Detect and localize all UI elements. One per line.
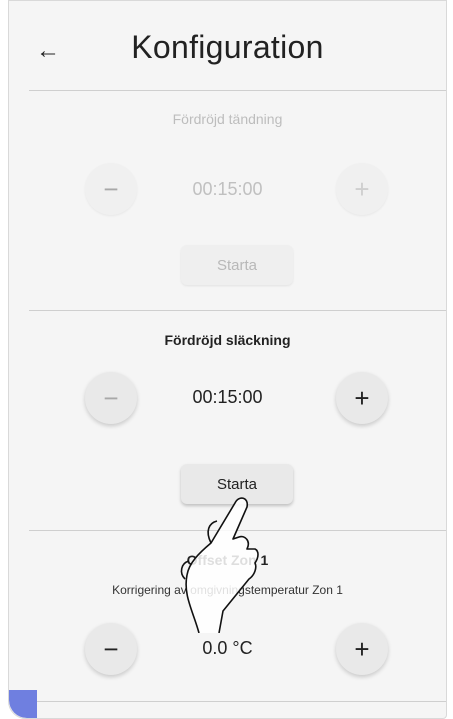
plus-icon: + [354, 174, 370, 204]
section-title-delayed-off: Fördröjd släckning [164, 332, 291, 348]
start-button[interactable]: Starta [181, 464, 293, 504]
plus-icon: + [354, 634, 370, 664]
divider [29, 530, 446, 531]
increment-button[interactable]: + [336, 623, 388, 675]
section-title-delayed-ignition: Fördröjd tändning [172, 111, 283, 127]
plus-icon: + [354, 383, 370, 413]
app-screen: ← Konfiguration Fördröjd tändning − 00:1… [8, 0, 447, 719]
header: ← Konfiguration [9, 1, 446, 89]
increment-button[interactable]: + [336, 372, 388, 424]
section-subtitle: Korrigering av omgivningstemperatur Zon … [112, 583, 343, 597]
start-button[interactable]: Starta [181, 245, 293, 285]
divider [29, 701, 446, 702]
divider [29, 90, 446, 91]
page-title: Konfiguration [131, 29, 324, 65]
section-title-offset-zone-1: Offset Zon 1 [186, 552, 269, 568]
window-corner-accent [9, 690, 37, 718]
increment-button[interactable]: + [336, 163, 388, 215]
divider [29, 310, 446, 311]
